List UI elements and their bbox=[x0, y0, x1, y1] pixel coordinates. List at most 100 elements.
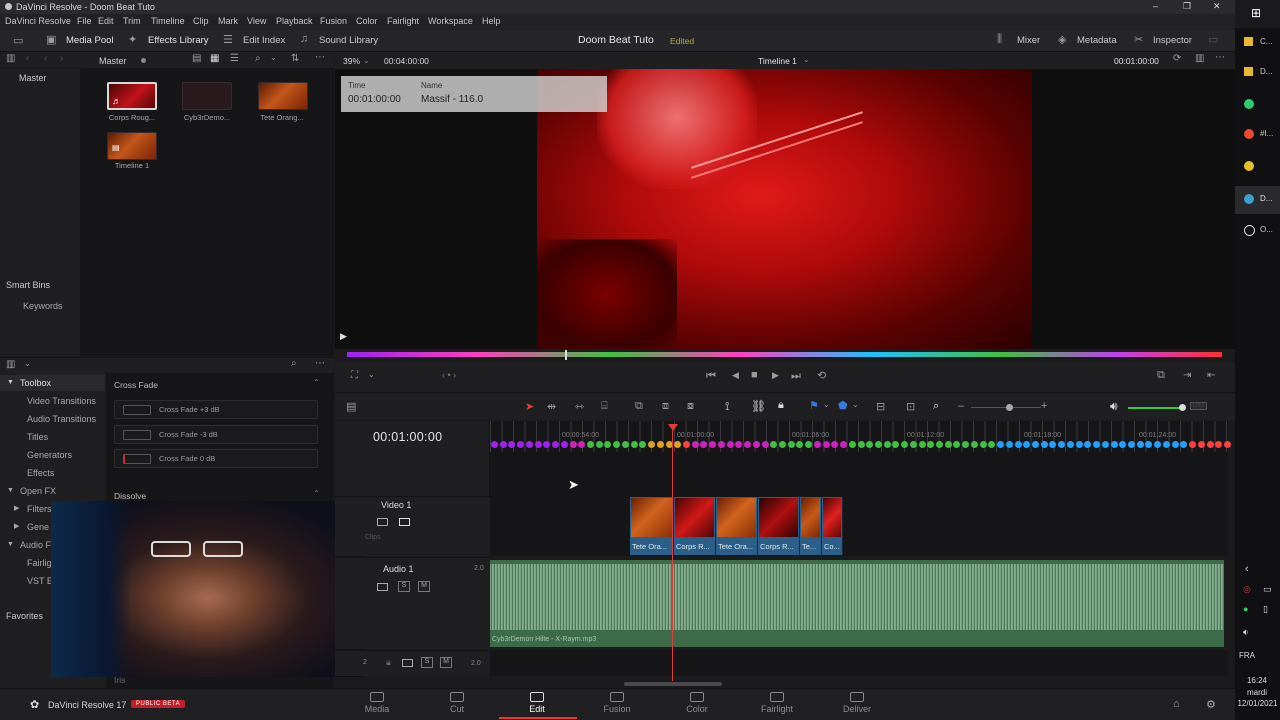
maximize-button[interactable]: ❐ bbox=[1183, 1, 1191, 12]
video-clip[interactable]: Tete Ora... bbox=[716, 497, 758, 555]
video-toggle-icon[interactable] bbox=[399, 518, 410, 526]
effect-cross-fade-plus3[interactable]: Cross Fade +3 dB bbox=[114, 400, 318, 419]
zoom-level[interactable]: 39% bbox=[343, 56, 360, 66]
next-edit-icon[interactable]: ⇥ bbox=[1183, 370, 1191, 381]
scrubber-bar[interactable] bbox=[347, 352, 1222, 357]
marker-chevron-icon[interactable]: ⌄ bbox=[852, 400, 859, 409]
expand-icon[interactable]: ▭ bbox=[1208, 33, 1218, 46]
timeline-marker[interactable] bbox=[1171, 441, 1179, 448]
timeline-marker[interactable] bbox=[1224, 441, 1231, 448]
thumbnail-view-icon[interactable]: ▦ bbox=[210, 53, 219, 64]
timeline-marker[interactable] bbox=[525, 441, 533, 448]
reverse-play-icon[interactable]: ◀ bbox=[732, 370, 739, 381]
video-clip[interactable]: Tete Ora... bbox=[630, 497, 674, 555]
timeline-marker[interactable] bbox=[787, 441, 795, 448]
timeline-marker[interactable] bbox=[1075, 441, 1083, 448]
favorites-label[interactable]: Favorites bbox=[6, 611, 43, 621]
menu-fairlight[interactable]: Fairlight bbox=[387, 16, 419, 26]
menu-fusion[interactable]: Fusion bbox=[320, 16, 347, 26]
timeline-marker[interactable] bbox=[1014, 441, 1022, 448]
minimize-button[interactable]: – bbox=[1153, 1, 1158, 11]
collapse-icon[interactable]: ⌃ bbox=[313, 489, 320, 498]
track2-toggle-icon[interactable] bbox=[402, 659, 413, 667]
timeline-selector[interactable]: Timeline 1 bbox=[758, 56, 797, 66]
timeline-marker[interactable] bbox=[822, 441, 830, 448]
menu-playback[interactable]: Playback bbox=[276, 16, 313, 26]
mixer-tab[interactable]: Mixer bbox=[1017, 35, 1040, 46]
zoom-custom-icon[interactable]: ⌕ bbox=[933, 400, 939, 413]
close-button[interactable]: ✕ bbox=[1213, 1, 1221, 12]
timeline-marker[interactable] bbox=[909, 441, 917, 448]
effect-cross-fade-0[interactable]: Cross Fade 0 dB bbox=[114, 449, 318, 468]
timeline-marker[interactable] bbox=[840, 441, 848, 448]
timeline-marker[interactable] bbox=[1128, 441, 1135, 448]
menu-edit[interactable]: Edit bbox=[98, 16, 114, 26]
bin-list-icon[interactable]: ▥ bbox=[6, 53, 15, 64]
timeline-marker[interactable] bbox=[1005, 441, 1013, 448]
menu-view[interactable]: View bbox=[247, 16, 266, 26]
tray-app-icon[interactable]: ◎ bbox=[1243, 584, 1251, 595]
clock-time[interactable]: 16:24 bbox=[1237, 676, 1277, 685]
tree-titles[interactable]: Titles bbox=[27, 432, 48, 442]
zoom-detail-icon[interactable]: ⊡ bbox=[906, 400, 915, 413]
mute-button[interactable]: M bbox=[418, 581, 430, 592]
stop-icon[interactable]: ■ bbox=[751, 369, 758, 381]
keywords-bin[interactable]: Keywords bbox=[23, 301, 63, 311]
tray-chrome-icon[interactable]: ● bbox=[1243, 604, 1248, 614]
snapping-icon[interactable]: ⟟ bbox=[725, 399, 729, 414]
chevron-down-icon[interactable]: ⌄ bbox=[270, 53, 277, 62]
timeline-marker[interactable] bbox=[1206, 441, 1214, 448]
flag-icon[interactable]: ⚑ bbox=[809, 399, 819, 412]
more-options-icon[interactable]: ⋯ bbox=[315, 52, 325, 63]
timeline-view-icon[interactable]: ▤ bbox=[346, 400, 356, 413]
media-pool-tab[interactable]: Media Pool bbox=[66, 35, 114, 46]
tray-volume-icon[interactable]: 🔉︎ bbox=[1243, 627, 1249, 638]
blade-tool-icon[interactable]: ⌸ bbox=[601, 400, 608, 413]
timeline-marker[interactable] bbox=[648, 441, 656, 448]
timeline-marker[interactable] bbox=[656, 441, 664, 448]
video-clip[interactable]: Corps R... bbox=[758, 497, 800, 555]
search-icon[interactable]: ⌕ bbox=[255, 53, 261, 64]
timeline-marker[interactable] bbox=[1040, 441, 1048, 448]
tree-effects[interactable]: Effects bbox=[27, 468, 54, 478]
timeline-marker[interactable] bbox=[970, 441, 978, 448]
tree-generators[interactable]: Generators bbox=[27, 450, 72, 460]
edit-index-tab[interactable]: Edit Index bbox=[243, 35, 285, 46]
timeline-marker[interactable] bbox=[752, 441, 760, 448]
page-fairlight[interactable]: Fairlight bbox=[747, 692, 807, 714]
linked-selection-icon[interactable]: ⛓ bbox=[751, 399, 766, 413]
timeline-marker[interactable] bbox=[499, 441, 507, 448]
timeline-marker[interactable] bbox=[717, 441, 725, 448]
timeline-marker[interactable] bbox=[848, 441, 856, 448]
tray-display-icon[interactable]: ▭ bbox=[1263, 584, 1272, 595]
zoom-in-icon[interactable]: + bbox=[1041, 400, 1047, 412]
timeline-marker[interactable] bbox=[936, 441, 944, 448]
tree-video-transitions[interactable]: Video Transitions bbox=[27, 396, 96, 406]
page-color[interactable]: Color bbox=[667, 692, 727, 714]
taskbar-app-active[interactable]: D... bbox=[1235, 186, 1280, 214]
list-view-icon[interactable]: ☰ bbox=[230, 53, 239, 64]
metadata-tab[interactable]: Metadata bbox=[1077, 35, 1117, 46]
dim-button[interactable]: DIM bbox=[1190, 402, 1207, 410]
tray-expand-icon[interactable]: ‹ bbox=[1245, 563, 1249, 575]
timeline-marker[interactable] bbox=[586, 441, 594, 448]
timeline-marker[interactable] bbox=[813, 441, 821, 448]
page-deliver[interactable]: Deliver bbox=[827, 692, 887, 714]
zoom-out-icon[interactable]: – bbox=[958, 400, 964, 412]
menu-color[interactable]: Color bbox=[356, 16, 378, 26]
sound-library-tab[interactable]: Sound Library bbox=[319, 35, 378, 46]
timeline-playhead[interactable] bbox=[672, 425, 673, 681]
tree-gene[interactable]: Gene bbox=[27, 522, 49, 532]
loop-icon[interactable]: ⟲ bbox=[817, 369, 826, 382]
tree-audio-fx[interactable]: Audio F bbox=[20, 540, 51, 550]
tree-filters[interactable]: Filters bbox=[27, 504, 52, 514]
language-indicator[interactable]: FRA bbox=[1239, 651, 1255, 660]
timeline-chevron-icon[interactable]: ⌄ bbox=[803, 55, 810, 64]
home-icon[interactable]: ⌂ bbox=[1173, 698, 1180, 710]
effect-cross-fade-minus3[interactable]: Cross Fade -3 dB bbox=[114, 425, 318, 444]
effects-options-icon[interactable]: ⋯ bbox=[315, 358, 325, 369]
video-clip[interactable]: Corps R... bbox=[674, 497, 716, 555]
clip-thumb-cyb3rdemon[interactable] bbox=[182, 82, 232, 110]
video-clip[interactable]: Co... bbox=[822, 497, 843, 555]
monitor-icon[interactable]: ▭ bbox=[13, 34, 23, 47]
